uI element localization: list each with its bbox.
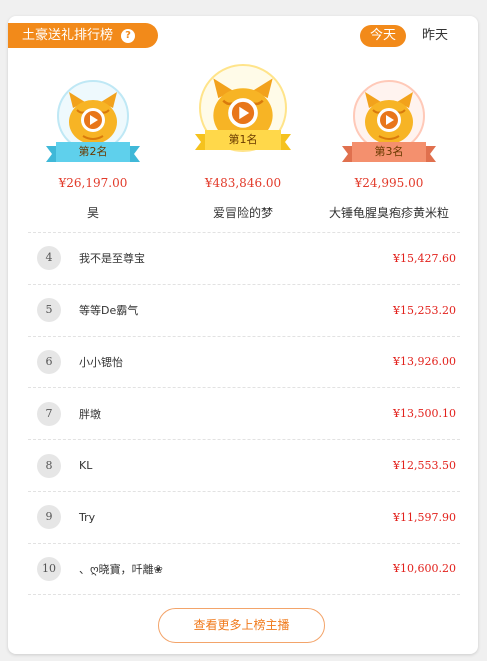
- gift-amount: ¥15,427.60: [393, 251, 456, 265]
- help-icon[interactable]: ?: [121, 28, 136, 43]
- podium-name: 大锤龟腥臭疱疹黄米粒: [328, 206, 449, 220]
- rank-number: 7: [37, 401, 61, 426]
- podium-amount: ¥26,197.00: [58, 176, 128, 190]
- podium-third[interactable]: 第3名 ¥24,995.00 大锤龟腥臭疱疹黄米粒: [324, 80, 454, 221]
- user-name: 、ღ晓寶，吀離❀: [79, 562, 163, 576]
- tiger-avatar-icon: [365, 92, 413, 144]
- user-name: 等等De霸气: [79, 304, 139, 318]
- rank-number: 6: [37, 349, 61, 374]
- gift-amount: ¥13,926.00: [393, 355, 456, 369]
- user-name: 胖墩: [79, 407, 101, 421]
- podium-name: 昊: [86, 206, 99, 220]
- podium-amount: ¥483,846.00: [204, 176, 282, 190]
- podium-first[interactable]: 第1名 ¥483,846.00 爱冒险的梦: [178, 64, 308, 221]
- ranking-list: 4 我不是至尊宝 ¥15,427.60 5 等等De霸气 ¥15,253.20 …: [28, 232, 460, 595]
- tab-yesterday[interactable]: 昨天: [412, 25, 458, 47]
- podium-amount: ¥24,995.00: [354, 176, 424, 190]
- user-name: 我不是至尊宝: [79, 252, 145, 266]
- podium-name: 爱冒险的梦: [212, 206, 273, 220]
- gift-amount: ¥11,597.90: [393, 510, 456, 524]
- list-item[interactable]: 5 等等De霸气 ¥15,253.20: [28, 283, 460, 336]
- user-name: KL: [79, 459, 93, 473]
- tab-today[interactable]: 今天: [359, 25, 406, 47]
- rank-number: 8: [37, 453, 61, 478]
- gift-amount: ¥12,553.50: [393, 459, 456, 473]
- user-name: 小小锶怡: [79, 355, 123, 369]
- list-item[interactable]: 7 胖墩 ¥13,500.10: [28, 387, 460, 439]
- rank-number: 4: [37, 246, 61, 271]
- podium-second[interactable]: 第2名 ¥26,197.00 昊: [28, 80, 158, 221]
- rank-label: 第2名: [56, 142, 130, 162]
- tiger-avatar-icon: [69, 92, 117, 144]
- list-item[interactable]: 10 、ღ晓寶，吀離❀ ¥10,600.20: [28, 542, 460, 595]
- gift-amount: ¥13,500.10: [393, 407, 456, 421]
- list-item[interactable]: 8 KL ¥12,553.50: [28, 439, 460, 491]
- rank-number: 10: [37, 556, 61, 581]
- rank-ribbon: 第2名: [46, 142, 140, 162]
- rank-label: 第3名: [352, 142, 426, 162]
- view-more-button[interactable]: 查看更多上榜主播: [158, 608, 325, 643]
- ranking-title: 土豪送礼排行榜: [22, 28, 114, 43]
- user-name: Try: [79, 510, 96, 524]
- ranking-panel: 土豪送礼排行榜 ? 今天 昨天 第2名 ¥26,197.00 昊 第1名 ¥48…: [8, 16, 478, 654]
- rank-number: 5: [37, 298, 61, 323]
- gift-amount: ¥10,600.20: [393, 562, 456, 576]
- rank-ribbon: 第1名: [195, 130, 291, 150]
- list-item[interactable]: 4 我不是至尊宝 ¥15,427.60: [28, 232, 460, 284]
- ranking-title-badge: 土豪送礼排行榜 ?: [8, 23, 158, 48]
- list-item[interactable]: 6 小小锶怡 ¥13,926.00: [28, 335, 460, 388]
- rank-number: 9: [37, 505, 61, 530]
- list-item[interactable]: 9 Try ¥11,597.90: [28, 490, 460, 543]
- rank-label: 第1名: [205, 130, 281, 150]
- day-switch: 今天 昨天: [359, 25, 458, 47]
- rank-ribbon: 第3名: [342, 142, 436, 162]
- gift-amount: ¥15,253.20: [393, 303, 456, 317]
